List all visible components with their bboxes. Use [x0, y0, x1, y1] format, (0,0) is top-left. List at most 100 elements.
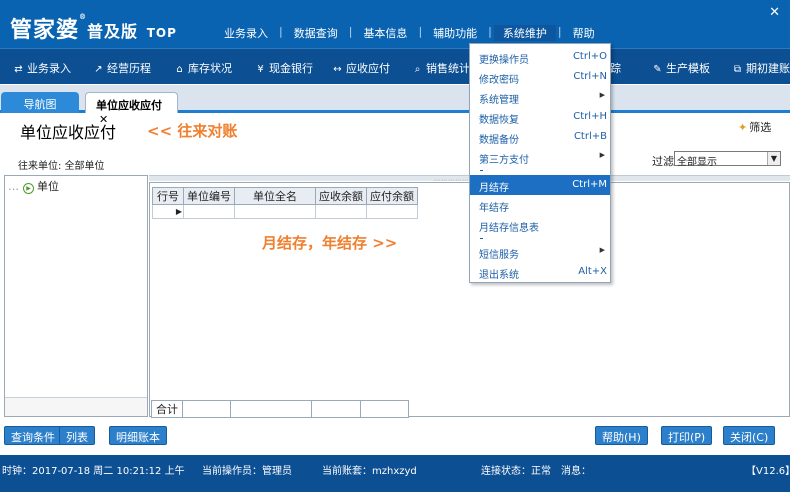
menu-separator: |	[279, 25, 283, 38]
toolbar-receivable-payable[interactable]: ↔ 应收应付	[332, 60, 390, 76]
toolbar-business-history[interactable]: ↗ 经营历程	[93, 60, 151, 76]
column-header-payable[interactable]: 应付余额	[366, 187, 418, 205]
help-button[interactable]: 帮助(H)	[595, 426, 648, 445]
toolbar-tracking[interactable]: 踪	[610, 60, 621, 76]
filter-button-label: 筛选	[749, 121, 772, 134]
tab-navigation[interactable]: 导航图	[1, 92, 79, 113]
list-button[interactable]: 列表	[59, 426, 95, 445]
total-cell	[182, 400, 231, 418]
total-row: 合计	[151, 400, 409, 418]
tree-connector: …	[8, 180, 19, 193]
unit-label: 往来单位: 全部单位	[18, 161, 105, 172]
main-toolbar: ⇄ 业务录入 ↗ 经营历程 ⌂ 库存状况 ¥ 现金银行 ↔ 应收应付 ⌕ 销售统计 踪 ✎ 生…	[0, 48, 790, 84]
toolbar-label: 踪	[610, 62, 621, 75]
title-bar: 管家婆®普及版 TOP 业务录入 | 数据查询 | 基本信息 | 辅助功能 | 系统维护…	[0, 0, 790, 48]
print-button[interactable]: 打印(P)	[661, 426, 713, 445]
menu-aux-functions[interactable]: 辅助功能	[424, 25, 486, 41]
menu-item-exit-system[interactable]: 退出系统 Alt+X	[470, 262, 610, 282]
toolbar-production-template[interactable]: ✎ 生产模板	[652, 60, 710, 76]
status-version: 【V12.6】	[746, 466, 790, 477]
status-clock: 时钟：2017-07-18 周二 10:21:12 上午	[2, 466, 185, 477]
menu-basic-info[interactable]: 基本信息	[354, 25, 416, 41]
toolbar-business-entry[interactable]: ⇄ 业务录入	[13, 60, 71, 76]
tree-node-label: 单位	[37, 180, 59, 193]
search-icon: ⌕	[414, 64, 421, 75]
menu-item-label: 系统管理	[479, 95, 519, 106]
menu-item-label: 第三方支付	[479, 155, 529, 166]
menu-item-shortcut: Alt+X	[578, 266, 607, 277]
row-pointer-icon: ▶	[152, 204, 184, 219]
query-conditions-button[interactable]: 查询条件	[4, 426, 62, 445]
submenu-arrow-icon: ▶	[599, 91, 605, 99]
menu-item-shortcut: Ctrl+N	[573, 71, 607, 82]
toolbar-cash-bank[interactable]: ¥ 现金银行	[255, 60, 313, 76]
filter-button[interactable]: ✦ 筛选	[738, 119, 771, 135]
column-header-unit-code[interactable]: 单位编号	[183, 187, 235, 205]
menu-item-label: 退出系统	[479, 270, 519, 281]
exchange-icon: ↔	[333, 64, 342, 75]
filter-select-value: 全部显示	[677, 157, 717, 168]
menu-item-data-restore[interactable]: 数据恢复 Ctrl+H	[470, 107, 610, 127]
table-cell[interactable]	[234, 204, 316, 219]
table-cell[interactable]	[183, 204, 235, 219]
menu-item-change-operator[interactable]: 更换操作员 Ctrl+O	[470, 47, 610, 67]
filter-label: 过滤	[652, 155, 674, 168]
grid-header-row: 行号 单位编号 单位全名 应收余额 应付余额	[152, 187, 418, 205]
menu-item-shortcut: Ctrl+M	[572, 179, 607, 190]
toolbar-opening-account[interactable]: ⧉ 期初建账	[732, 60, 790, 76]
tree-node-unit[interactable]: … ▶ 单位	[8, 178, 59, 194]
toolbar-label: 销售统计	[426, 62, 470, 75]
status-operator: 当前操作员：管理员	[202, 466, 292, 477]
toolbar-sales-stats[interactable]: ⌕ 销售统计	[412, 60, 470, 76]
column-header-receivable[interactable]: 应收余额	[315, 187, 367, 205]
status-connection: 连接状态：正常	[481, 466, 551, 477]
menu-item-year-close[interactable]: 年结存	[470, 195, 610, 215]
toolbar-label: 现金银行	[269, 62, 313, 75]
menu-item-month-close-report[interactable]: 月结存信息表	[470, 215, 610, 235]
menu-divider	[480, 238, 483, 239]
menu-help[interactable]: 帮助	[564, 25, 604, 41]
tab-label: 导航图	[23, 98, 57, 111]
menu-business-entry[interactable]: 业务录入	[215, 25, 277, 41]
window-close-icon[interactable]: ✕	[769, 5, 780, 20]
menu-separator: |	[418, 25, 423, 38]
table-cell[interactable]	[315, 204, 367, 219]
menu-separator: |	[348, 25, 353, 38]
menu-item-system-management[interactable]: 系统管理 ▶	[470, 87, 610, 107]
menu-data-query[interactable]: 数据查询	[285, 25, 347, 41]
close-button[interactable]: 关闭(C)	[723, 426, 776, 445]
logo-main: 管家婆	[10, 17, 80, 43]
menu-item-label: 月结存信息表	[479, 223, 539, 234]
menu-item-sms-service[interactable]: 短信服务 ▶	[470, 242, 610, 262]
tree-scrollbar[interactable]	[5, 397, 147, 416]
toolbar-inventory[interactable]: ⌂ 库存状况	[174, 60, 232, 76]
unit-tree: … ▶ 单位	[4, 175, 148, 417]
table-cell[interactable]	[366, 204, 418, 219]
document-import-icon: ⇄	[14, 64, 23, 75]
toolbar-label: 生产模板	[666, 62, 710, 75]
menu-item-label: 数据备份	[479, 135, 519, 146]
column-header-row-no[interactable]: 行号	[152, 187, 184, 205]
status-account: 当前账套：mzhxzyd	[322, 466, 417, 477]
menu-item-shortcut: Ctrl+O	[572, 51, 607, 62]
menu-item-data-backup[interactable]: 数据备份 Ctrl+B	[470, 127, 610, 147]
detail-ledger-button[interactable]: 明细账本	[109, 426, 167, 445]
menu-separator: |	[488, 25, 492, 38]
registered-mark: ®	[79, 12, 88, 21]
top-menu: 业务录入 | 数据查询 | 基本信息 | 辅助功能 | 系统维护 | 帮助	[215, 25, 604, 41]
logo-edition: 普及版	[87, 22, 139, 41]
logo-suffix: TOP	[146, 26, 177, 40]
filter-select[interactable]: 全部显示 ▼	[674, 151, 781, 168]
play-icon: ▶	[23, 183, 34, 194]
tab-unit-receivable-payable[interactable]: 单位应收应付✕	[85, 92, 178, 126]
menu-item-month-close[interactable]: 月结存 Ctrl+M	[470, 175, 610, 195]
column-header-unit-name[interactable]: 单位全名	[234, 187, 316, 205]
table-row[interactable]: ▶	[152, 204, 418, 219]
menu-item-change-password[interactable]: 修改密码 Ctrl+N	[470, 67, 610, 87]
menu-item-third-party-payment[interactable]: 第三方支付 ▶	[470, 147, 610, 167]
chevron-down-icon[interactable]: ▼	[767, 152, 780, 165]
system-maintenance-dropdown: 更换操作员 Ctrl+O 修改密码 Ctrl+N 系统管理 ▶ 数据恢复 Ctrl+H …	[469, 43, 611, 283]
toolbar-label: 期初建账	[746, 62, 790, 75]
menu-item-label: 数据恢复	[479, 115, 519, 126]
menu-system-maintenance[interactable]: 系统维护	[493, 25, 556, 41]
